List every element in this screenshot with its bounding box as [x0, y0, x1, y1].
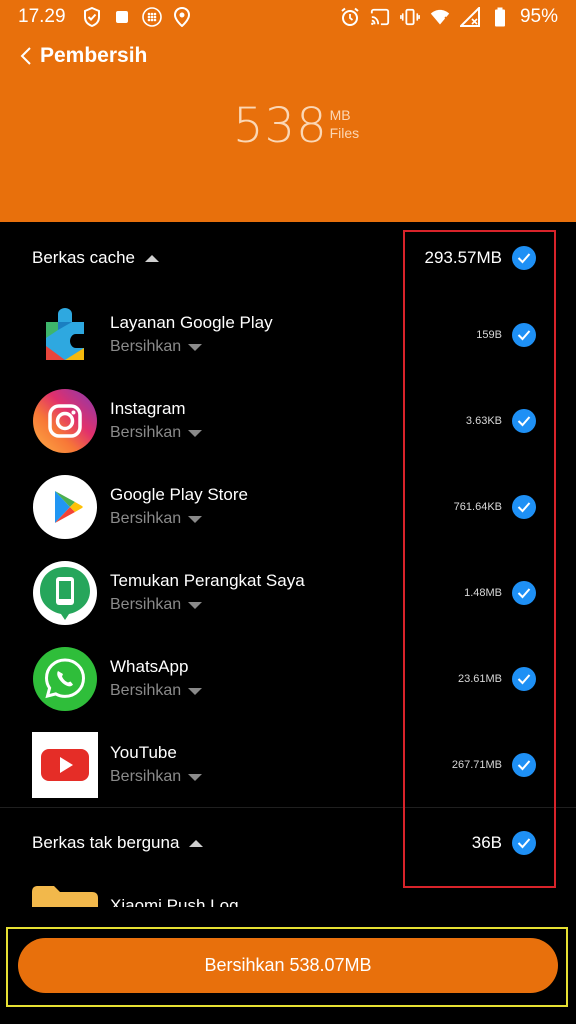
chevron-left-icon	[20, 47, 31, 65]
app-name: WhatsApp	[110, 657, 189, 676]
check-icon[interactable]	[512, 409, 536, 433]
app-name: Temukan Perangkat Saya	[110, 571, 305, 590]
section-title: Berkas tak berguna	[32, 833, 180, 852]
clean-button[interactable]: Bersihkan 538.07MB	[18, 938, 558, 993]
total-summary: 538 MB Files	[233, 100, 359, 152]
list-item[interactable]: Google Play Store Bersihkan 761.64KB	[0, 464, 576, 550]
shield-check-icon	[82, 7, 102, 27]
list-item[interactable]: WhatsApp Bersihkan 23.61MB	[0, 636, 576, 722]
folder-icon	[32, 886, 98, 907]
check-icon[interactable]	[512, 581, 536, 605]
clean-dropdown[interactable]: Bersihkan	[110, 508, 454, 530]
list-item[interactable]: Instagram Bersihkan 3.63KB	[0, 378, 576, 464]
section-title: Berkas cache	[32, 248, 135, 267]
app-size: 267.71MB	[451, 759, 502, 771]
stop-icon	[112, 7, 132, 27]
list-item[interactable]: Temukan Perangkat Saya Bersihkan 1.48MB	[0, 550, 576, 636]
app-name: YouTube	[110, 743, 177, 762]
app-size: 1.48MB	[464, 587, 502, 599]
app-size: 159B	[476, 329, 502, 341]
page-title: Pembersih	[40, 44, 148, 67]
cast-icon	[370, 7, 390, 27]
clean-dropdown[interactable]: Bersihkan	[110, 336, 476, 358]
app-size: 23.61MB	[457, 673, 502, 685]
junk-collapse-toggle[interactable]: Berkas tak berguna	[32, 833, 204, 853]
section-size: 36B	[471, 833, 502, 852]
total-number: 538	[233, 98, 328, 154]
vibrate-icon	[400, 7, 420, 27]
list-item[interactable]: YouTube Bersihkan 267.71MB	[0, 722, 576, 808]
app-size: 3.63KB	[465, 415, 502, 427]
google-play-services-icon	[32, 302, 98, 368]
section-header-junk: Berkas tak berguna 36B	[0, 807, 576, 879]
clean-dropdown[interactable]: Bersihkan	[110, 680, 458, 702]
google-play-store-icon	[32, 474, 98, 540]
action-label: Bersihkan	[110, 424, 182, 441]
app-name: Google Play Store	[110, 485, 248, 504]
action-label: Bersihkan	[110, 682, 182, 699]
caret-down-icon	[188, 687, 203, 695]
caret-down-icon	[188, 515, 203, 523]
location-pin-icon	[172, 7, 192, 27]
caret-up-icon	[145, 254, 159, 262]
app-name: Instagram	[110, 399, 186, 418]
check-icon[interactable]	[512, 667, 536, 691]
app-name: Layanan Google Play	[110, 313, 273, 332]
clean-dropdown[interactable]: Bersihkan	[110, 422, 466, 444]
youtube-icon	[32, 732, 98, 798]
status-time: 17.29	[18, 6, 66, 27]
action-label: Bersihkan	[110, 768, 182, 785]
cache-collapse-toggle[interactable]: Berkas cache	[32, 248, 159, 268]
list-item[interactable]: Layanan Google Play Bersihkan 159B	[0, 292, 576, 378]
section-header-cache: Berkas cache 293.57MB	[0, 222, 576, 294]
total-label: Files	[329, 125, 360, 141]
find-my-device-icon	[32, 560, 98, 626]
check-icon[interactable]	[512, 495, 536, 519]
caret-down-icon	[188, 773, 203, 781]
caret-down-icon	[188, 343, 203, 351]
battery-percent: 95%	[519, 6, 558, 27]
dots-grid-icon	[141, 7, 162, 27]
signal-icon	[459, 7, 480, 27]
app-bar: Pembersih	[0, 34, 576, 78]
clean-dropdown[interactable]: Bersihkan	[110, 766, 452, 788]
app-size: 761.64KB	[453, 501, 502, 513]
check-icon[interactable]	[512, 323, 536, 347]
section-size: 293.57MB	[424, 248, 503, 267]
action-label: Bersihkan	[110, 596, 182, 613]
status-bar: 17.29 95%	[0, 0, 576, 34]
action-label: Bersihkan	[110, 510, 182, 527]
list-item[interactable]: Xiaomi Push Log	[32, 886, 239, 907]
caret-up-icon	[189, 839, 204, 847]
check-icon[interactable]	[512, 753, 536, 777]
back-button[interactable]	[14, 41, 38, 71]
app-name: Xiaomi Push Log	[110, 896, 239, 907]
check-icon[interactable]	[512, 831, 536, 855]
caret-down-icon	[188, 601, 203, 609]
caret-down-icon	[188, 429, 203, 437]
battery-icon	[490, 7, 510, 27]
wifi-icon	[430, 7, 450, 27]
file-list[interactable]: Berkas cache 293.57MB Layanan Google Pla…	[0, 222, 576, 907]
alarm-icon	[340, 7, 360, 27]
total-unit: MB	[329, 107, 351, 123]
header-panel: 17.29 95% Pembersih 538 MB Files	[0, 0, 576, 222]
action-label: Bersihkan	[110, 338, 182, 355]
instagram-icon	[32, 388, 98, 454]
clean-dropdown[interactable]: Bersihkan	[110, 594, 464, 616]
check-icon[interactable]	[512, 246, 536, 270]
whatsapp-icon	[32, 646, 98, 712]
